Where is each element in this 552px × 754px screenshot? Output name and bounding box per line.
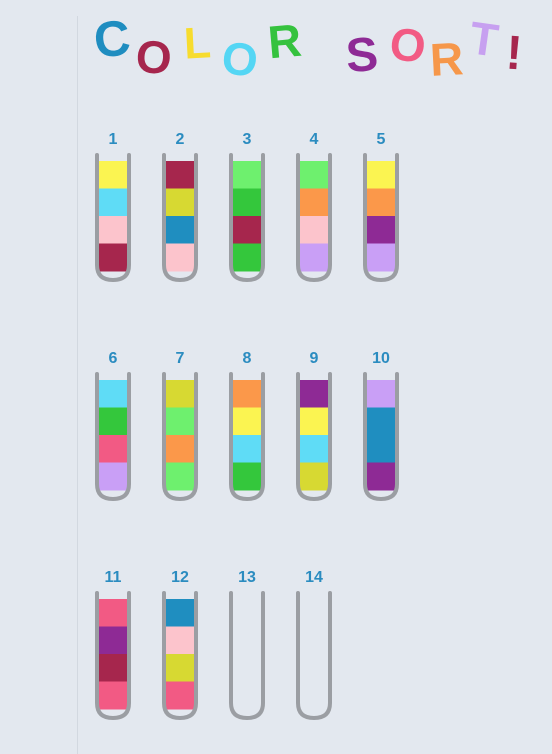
game-title: C O L O R S O R T! — [91, 6, 542, 88]
tube-label: 9 — [309, 350, 319, 367]
tube-9[interactable] — [294, 372, 334, 502]
tube-label: 12 — [171, 569, 189, 586]
tube-label: 6 — [108, 350, 118, 367]
tube-13[interactable] — [227, 591, 267, 721]
title-letter: O — [134, 29, 174, 85]
tube-label: 5 — [376, 131, 386, 148]
tube-11[interactable] — [93, 591, 133, 721]
tube-label: 8 — [242, 350, 252, 367]
tube-5[interactable] — [361, 153, 401, 283]
title-letter: C — [91, 9, 133, 69]
title-letter: O — [387, 17, 429, 73]
tube-14[interactable] — [294, 591, 334, 721]
tube-2[interactable] — [160, 153, 200, 283]
tube-label: 3 — [242, 131, 252, 148]
tube-outline — [296, 591, 332, 721]
title-letter: R — [428, 32, 465, 86]
tube-label: 7 — [175, 350, 185, 367]
tube-outline — [229, 591, 265, 721]
title-letter: T — [466, 11, 502, 67]
tube-8[interactable] — [227, 372, 267, 502]
divider-line — [77, 16, 78, 754]
tube-7[interactable] — [160, 372, 200, 502]
tube-12[interactable] — [160, 591, 200, 721]
title-letter: ! — [504, 26, 524, 81]
title-letter: L — [182, 18, 213, 69]
tube-label: 2 — [175, 131, 185, 148]
tube-label: 4 — [309, 131, 319, 148]
tube-label: 13 — [238, 569, 256, 586]
title-letter: R — [265, 13, 304, 69]
tube-label: 14 — [305, 569, 323, 586]
tube-1[interactable] — [93, 153, 133, 283]
title-letter: O — [218, 30, 262, 88]
tube-6[interactable] — [93, 372, 133, 502]
tube-label: 10 — [372, 350, 390, 367]
tube-label: 11 — [104, 569, 122, 586]
tube-label: 1 — [108, 131, 118, 148]
tube-3[interactable] — [227, 153, 267, 283]
title-letter: S — [344, 27, 380, 84]
tube-10[interactable] — [361, 372, 401, 502]
tube-4[interactable] — [294, 153, 334, 283]
